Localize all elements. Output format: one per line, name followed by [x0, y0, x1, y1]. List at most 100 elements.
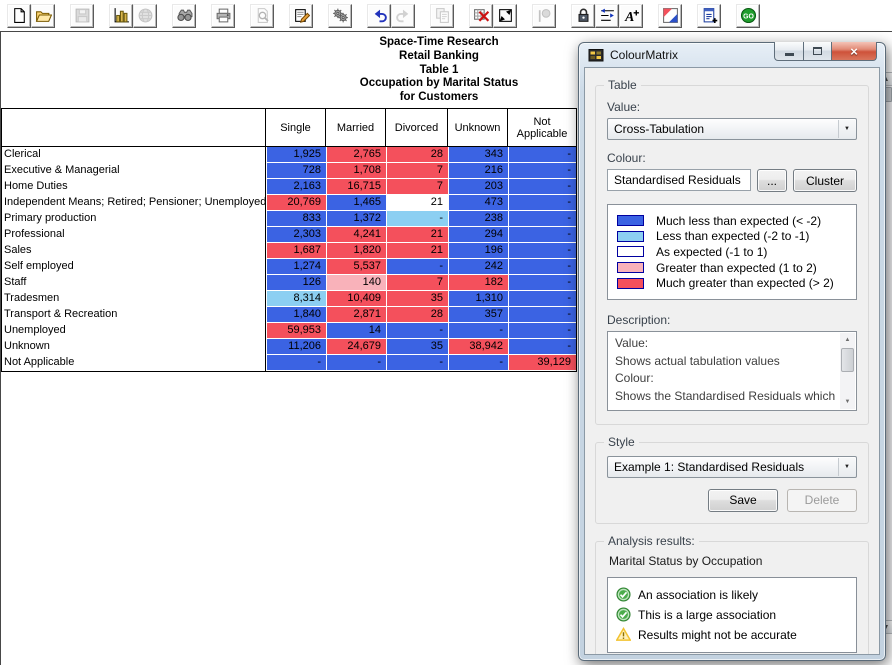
table-cell[interactable]: 21 — [386, 227, 448, 242]
table-cell[interactable]: 28 — [386, 307, 448, 322]
table-cell[interactable]: 1,840 — [266, 307, 326, 322]
row-label[interactable]: Independent Means; Retired; Pensioner; U… — [2, 195, 266, 211]
table-cell[interactable]: - — [508, 227, 576, 242]
table-cell[interactable]: 126 — [266, 275, 326, 290]
table-cell[interactable]: - — [508, 275, 576, 290]
gears-button[interactable] — [328, 4, 352, 28]
print-preview-button[interactable] — [250, 4, 274, 28]
table-cell[interactable]: 238 — [448, 211, 508, 226]
table-cell[interactable]: - — [508, 243, 576, 258]
open-file-button[interactable] — [31, 4, 55, 28]
table-cell[interactable]: 14 — [326, 323, 386, 338]
desc-scroll-up-button[interactable]: ▲ — [840, 333, 855, 347]
table-cell[interactable]: 2,871 — [326, 307, 386, 322]
table-cell[interactable]: - — [508, 179, 576, 194]
colour-matrix-button[interactable] — [658, 4, 682, 28]
bar-chart-button[interactable] — [109, 4, 133, 28]
table-cell[interactable]: 1,274 — [266, 259, 326, 274]
table-cell[interactable]: - — [508, 307, 576, 322]
table-cell[interactable]: - — [508, 339, 576, 354]
column-width-button[interactable] — [595, 4, 619, 28]
table-cell[interactable]: - — [508, 211, 576, 226]
table-cell[interactable]: 2,163 — [266, 179, 326, 194]
row-label[interactable]: Sales — [2, 243, 266, 259]
row-label[interactable]: Home Duties — [2, 179, 266, 195]
table-cell[interactable]: 216 — [448, 163, 508, 178]
column-header-married[interactable]: Married — [326, 109, 386, 146]
font-size-button[interactable]: A — [619, 4, 643, 28]
table-cell[interactable]: 10,409 — [326, 291, 386, 306]
table-cell[interactable]: 7 — [386, 179, 448, 194]
row-label[interactable]: Staff — [2, 275, 266, 291]
maximize-button[interactable] — [804, 42, 832, 61]
save-button[interactable]: Save — [708, 489, 778, 512]
row-label[interactable]: Transport & Recreation — [2, 307, 266, 323]
table-cell[interactable]: 343 — [448, 147, 508, 162]
table-cell[interactable]: - — [266, 355, 326, 370]
minimize-button[interactable] — [774, 42, 804, 61]
column-header-single[interactable]: Single — [266, 109, 326, 146]
lock-button[interactable] — [571, 4, 595, 28]
find-button[interactable] — [172, 4, 196, 28]
table-cell[interactable]: 35 — [386, 291, 448, 306]
table-cell[interactable]: 473 — [448, 195, 508, 210]
table-cell[interactable]: 1,925 — [266, 147, 326, 162]
table-cell[interactable]: - — [508, 195, 576, 210]
table-cell[interactable]: - — [448, 323, 508, 338]
table-cell[interactable]: 294 — [448, 227, 508, 242]
table-cell[interactable]: - — [386, 355, 448, 370]
table-cell[interactable]: 8,314 — [266, 291, 326, 306]
table-cell[interactable]: 35 — [386, 339, 448, 354]
table-cell[interactable]: 21 — [386, 195, 448, 210]
table-cell[interactable]: 1,372 — [326, 211, 386, 226]
table-cell[interactable]: - — [386, 323, 448, 338]
table-cell[interactable]: 2,765 — [326, 147, 386, 162]
column-header-not-applicable[interactable]: Not Applicable — [508, 109, 576, 146]
table-cell[interactable]: 1,310 — [448, 291, 508, 306]
table-cell[interactable]: 7 — [386, 275, 448, 290]
table-cell[interactable]: 1,465 — [326, 195, 386, 210]
delete-table-button[interactable] — [469, 4, 493, 28]
table-cell[interactable]: - — [508, 291, 576, 306]
table-cell[interactable]: 728 — [266, 163, 326, 178]
table-cell[interactable]: - — [448, 355, 508, 370]
close-button[interactable]: × — [832, 42, 877, 61]
table-cell[interactable]: - — [508, 323, 576, 338]
style-combobox[interactable]: Example 1: Standardised Residuals ▼ — [607, 456, 857, 478]
table-cell[interactable]: 24,679 — [326, 339, 386, 354]
table-cell[interactable]: 357 — [448, 307, 508, 322]
table-cell[interactable]: 28 — [386, 147, 448, 162]
table-cell[interactable]: - — [386, 211, 448, 226]
table-cell[interactable]: - — [508, 163, 576, 178]
cluster-button[interactable]: Cluster — [793, 169, 857, 192]
row-label[interactable]: Self employed — [2, 259, 266, 275]
table-cell[interactable]: 182 — [448, 275, 508, 290]
redo-button[interactable] — [391, 4, 415, 28]
table-cell[interactable]: 20,769 — [266, 195, 326, 210]
table-cell[interactable]: 1,820 — [326, 243, 386, 258]
save-button[interactable] — [70, 4, 94, 28]
row-label[interactable]: Clerical — [2, 147, 266, 163]
desc-scrollbar-thumb[interactable] — [841, 348, 854, 372]
new-document-button[interactable] — [7, 4, 31, 28]
row-label[interactable]: Unemployed — [2, 323, 266, 339]
tag-button[interactable] — [532, 4, 556, 28]
table-cell[interactable]: 1,708 — [326, 163, 386, 178]
column-header-unknown[interactable]: Unknown — [448, 109, 508, 146]
table-cell[interactable]: - — [386, 259, 448, 274]
table-cell[interactable]: 1,687 — [266, 243, 326, 258]
table-cell[interactable]: 16,715 — [326, 179, 386, 194]
table-cell[interactable]: 4,241 — [326, 227, 386, 242]
edit-notes-button[interactable] — [289, 4, 313, 28]
table-cell[interactable]: 833 — [266, 211, 326, 226]
colour-input[interactable]: Standardised Residuals — [607, 169, 751, 191]
description-scrollbar[interactable]: ▲ ▼ — [840, 333, 855, 409]
table-cell[interactable]: 196 — [448, 243, 508, 258]
table-cell[interactable]: 7 — [386, 163, 448, 178]
row-label[interactable]: Executive & Managerial — [2, 163, 266, 179]
row-label[interactable]: Primary production — [2, 211, 266, 227]
row-label[interactable]: Professional — [2, 227, 266, 243]
resize-table-button[interactable] — [493, 4, 517, 28]
undo-button[interactable] — [367, 4, 391, 28]
table-cell[interactable]: 11,206 — [266, 339, 326, 354]
